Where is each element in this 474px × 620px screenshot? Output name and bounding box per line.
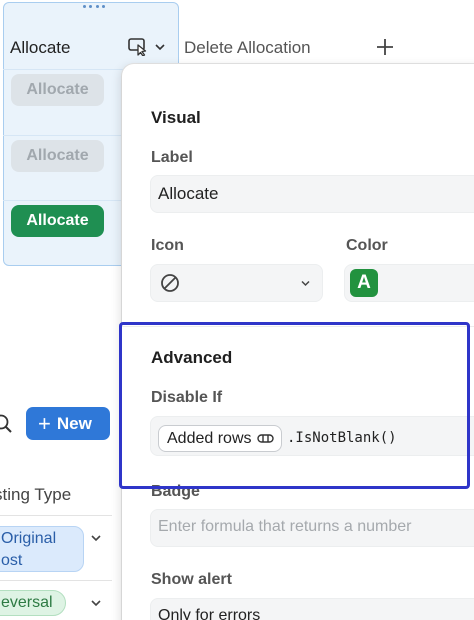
- row-divider: [3, 200, 123, 201]
- show-alert-value: Only for errors: [158, 607, 261, 620]
- label-input-value: Allocate: [158, 184, 219, 203]
- chevron-down-icon[interactable]: [90, 532, 102, 544]
- tag-line: Original: [1, 530, 57, 547]
- allocate-button-disabled[interactable]: Allocate: [11, 140, 104, 172]
- color-swatch: A: [350, 269, 378, 297]
- posting-type-column-header[interactable]: sting Type: [0, 485, 71, 505]
- cursor-select-icon[interactable]: [128, 38, 148, 56]
- new-button[interactable]: + New: [26, 407, 110, 440]
- column-drag-handle[interactable]: [83, 5, 105, 9]
- row-divider: [0, 580, 112, 581]
- plus-icon: +: [38, 410, 51, 436]
- label-field-label: Label: [151, 149, 193, 166]
- column-header-label[interactable]: Allocate: [10, 38, 70, 58]
- visual-section-title: Visual: [151, 108, 201, 127]
- allocate-button[interactable]: Allocate: [11, 205, 104, 237]
- block-icon: [161, 274, 179, 292]
- icon-field-label: Icon: [151, 237, 184, 254]
- delete-allocation-column-header[interactable]: Delete Allocation: [184, 38, 311, 58]
- posting-type-tag: Original ost: [0, 526, 84, 572]
- chevron-down-icon: [301, 280, 310, 287]
- row-divider: [3, 69, 123, 70]
- advanced-section-highlight: [119, 322, 470, 489]
- row-divider: [0, 515, 112, 516]
- chevron-down-icon[interactable]: [90, 597, 102, 609]
- new-button-label: New: [56, 413, 92, 433]
- row-divider: [3, 135, 123, 136]
- badge-placeholder: Enter formula that returns a number: [158, 518, 412, 535]
- chevron-down-icon[interactable]: [154, 41, 166, 53]
- color-field-label: Color: [346, 237, 388, 254]
- search-icon[interactable]: [0, 412, 14, 436]
- tag-line: ost: [1, 552, 23, 569]
- allocate-button-disabled[interactable]: Allocate: [11, 74, 104, 106]
- add-column-icon[interactable]: [374, 36, 396, 58]
- posting-type-tag: eversal: [0, 590, 66, 616]
- show-alert-label: Show alert: [151, 571, 232, 588]
